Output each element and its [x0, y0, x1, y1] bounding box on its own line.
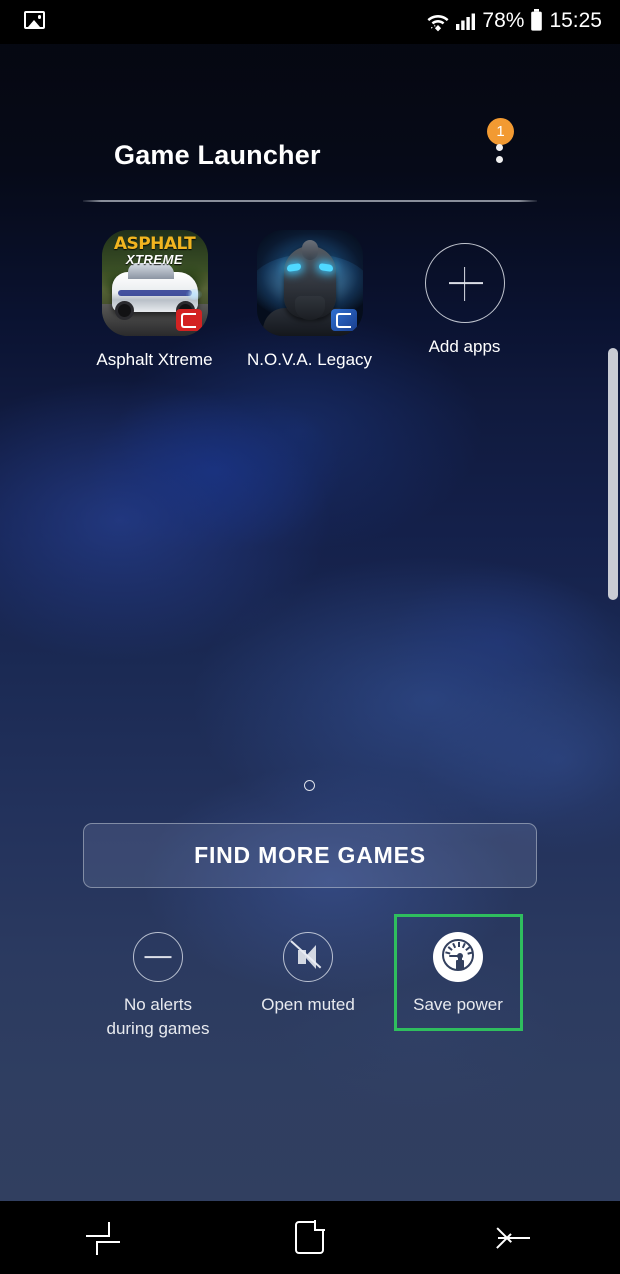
wifi-icon: [427, 15, 449, 32]
battery-percent-label: 78%: [482, 9, 525, 32]
app-label: Asphalt Xtreme: [96, 350, 213, 369]
overflow-dot-3: [496, 156, 503, 163]
asphalt-wheel-front: [114, 301, 134, 320]
clock-label: 15:25: [549, 9, 602, 32]
cellular-signal-icon: [456, 13, 476, 30]
notification-badge: 1: [487, 118, 514, 145]
app-item-add-apps[interactable]: Add apps: [387, 230, 542, 370]
option-no-alerts[interactable]: No alerts during games: [83, 920, 233, 1041]
app-label: Add apps: [428, 337, 501, 356]
back-button[interactable]: [412, 1201, 618, 1274]
more-options-icon[interactable]: 1: [484, 118, 516, 168]
nova-jaw: [294, 296, 325, 320]
image-icon: [24, 11, 45, 29]
app-item-nova-legacy[interactable]: N.O.V.A. Legacy: [232, 230, 387, 370]
game-launcher-screen: 78% 15:25 Game Launcher 1 ASPHALT XTREME…: [0, 0, 620, 1274]
option-label: Open muted: [261, 995, 355, 1014]
home-button[interactable]: [206, 1201, 412, 1274]
recents-button[interactable]: [0, 1201, 206, 1274]
minus-circle-icon: [133, 932, 183, 982]
page-indicator-dot[interactable]: [304, 780, 315, 791]
minus-bar: [144, 956, 172, 958]
app-label: N.O.V.A. Legacy: [246, 350, 373, 369]
option-label-line2: during games: [106, 1019, 210, 1038]
option-label: No alerts during games: [106, 993, 209, 1041]
recents-icon: [86, 1221, 120, 1255]
image-icon-wrap: [24, 11, 45, 29]
plus-circle-icon: [424, 243, 505, 323]
vertical-scrollbar[interactable]: [608, 348, 618, 600]
asphalt-title-bottom: XTREME: [125, 252, 184, 267]
overflow-dot-2: [496, 144, 503, 151]
asphalt-title-top: ASPHALT: [113, 234, 196, 254]
page-title: Game Launcher: [114, 140, 321, 170]
selection-highlight-box: [394, 914, 523, 1031]
asphalt-headlight: [185, 289, 202, 300]
gameloft-logo-icon: [175, 309, 202, 331]
app-grid: ASPHALT XTREME Asphalt Xtreme N.O.V.A. L…: [0, 230, 620, 370]
gameloft-logo-icon: [330, 309, 357, 331]
navigation-bar: [0, 1201, 620, 1274]
home-icon: [294, 1221, 324, 1254]
header-divider: [83, 200, 537, 202]
back-icon: [496, 1222, 532, 1254]
find-more-games-button[interactable]: FIND MORE GAMES: [83, 823, 537, 888]
app-item-asphalt-xtreme[interactable]: ASPHALT XTREME Asphalt Xtreme: [77, 230, 232, 370]
option-label-line1: No alerts: [123, 995, 192, 1014]
status-bar: 78% 15:25: [0, 0, 620, 44]
option-row: No alerts during games Open muted Save p…: [0, 920, 620, 1041]
mute-circle-icon: [283, 932, 333, 982]
status-bar-right: 78% 15:25: [426, 8, 602, 34]
battery-icon: [531, 9, 543, 31]
nova-legacy-icon: [256, 230, 363, 336]
asphalt-xtreme-icon: ASPHALT XTREME: [101, 230, 208, 336]
option-open-muted[interactable]: Open muted: [233, 920, 383, 1041]
